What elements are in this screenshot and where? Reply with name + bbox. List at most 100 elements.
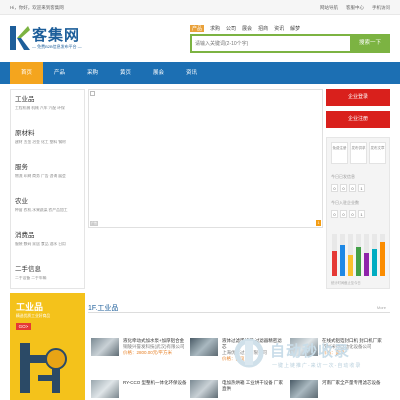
counter-digit: 0 [331, 184, 338, 192]
search-input[interactable] [195, 38, 345, 50]
category-agriculture[interactable]: 农业 种苗 农机 水果蔬菜 农产品加工 [11, 192, 84, 226]
stats-bar-fill [380, 242, 385, 276]
today-info-counter: 0 0 0 1 [331, 184, 365, 192]
carousel-page-indicator[interactable]: 1 [316, 220, 321, 226]
industrial-ad-banner[interactable]: 工业品 精选优质工业好商品 GO> [10, 293, 85, 400]
logo-name: 客集网 [32, 27, 81, 44]
stats-bar-fill [356, 246, 361, 276]
watermark-title: 自动秒收录 [270, 343, 351, 360]
search-tabs: 产品 求购 公司 展会 招商 资讯 解梦 [190, 25, 300, 32]
watermark-logo-icon [234, 338, 264, 368]
product-image[interactable] [91, 380, 119, 398]
watermark-subtitle: 一键上链推广-来访一次-自动收录 [272, 363, 362, 369]
floor-section-title[interactable]: 1F.工业品 [88, 303, 118, 313]
product-image[interactable] [290, 380, 318, 398]
category-industrial[interactable]: 工业品 工程机械 机械 汽车 汽配 环保 [11, 90, 84, 124]
search-tab-investment[interactable]: 招商 [258, 25, 268, 32]
search-box: 搜索一下 [190, 34, 390, 53]
search-tab-exhibition[interactable]: 展会 [242, 25, 252, 32]
nav-exhibition[interactable]: 展会 [142, 62, 175, 84]
category-title: 二手信息 [15, 266, 41, 273]
search-tab-news[interactable]: 资讯 [274, 25, 284, 32]
category-sub: 种苗 农机 水果蔬菜 农产品加工 [15, 208, 68, 212]
nav-products[interactable]: 产品 [43, 62, 76, 84]
category-sub: 建材 五金 冶金 化工 塑料 钢材 [15, 140, 66, 144]
nav-yellow-pages[interactable]: 黄页 [109, 62, 142, 84]
category-sidebar: 工业品 工程机械 机械 汽车 汽配 环保 原材料 建材 五金 冶金 化工 塑料 … [10, 89, 85, 289]
counter-digit: 0 [340, 210, 347, 218]
counter-digit: 0 [331, 210, 338, 218]
product-image[interactable] [190, 380, 218, 398]
stats-bar [348, 234, 353, 276]
search-tab-company[interactable]: 公司 [226, 25, 236, 32]
stats-bar-chart [331, 234, 387, 276]
stats-bar [380, 234, 385, 276]
product-card[interactable]: 河南厂家全产量专用滤芯设备 [290, 380, 386, 398]
counter-digit: 1 [358, 184, 365, 192]
search-tab-buy[interactable]: 求购 [210, 25, 220, 32]
search-tab-dream[interactable]: 解梦 [290, 25, 300, 32]
category-title: 原材料 [15, 130, 35, 137]
ad-subtitle: 精选优质工业好商品 [16, 314, 51, 318]
stats-bar-fill [348, 255, 353, 276]
mobile-access-link[interactable]: 手机访问 [372, 0, 390, 15]
publish-article-box[interactable]: 发布文章 [369, 142, 386, 164]
stats-bar [372, 234, 377, 276]
nav-news[interactable]: 资讯 [175, 62, 208, 84]
category-consumer[interactable]: 消费品 服装 数码 家居 食品 酒水 日用 [11, 226, 84, 260]
category-second-hand[interactable]: 二手信息 二手设备 二手车辆 [11, 260, 84, 288]
product-price: 价格：2800.00元/平方米 [123, 350, 173, 355]
stats-bar-fill [332, 250, 337, 276]
free-register-box[interactable]: 免费注册 [331, 142, 348, 164]
search-button[interactable]: 搜索一下 [350, 34, 390, 53]
product-card[interactable]: 液化牵动式加水泵+加厚铝合金 铜陵兴誉发科技(武汉)有限公司 价格：2800.0… [91, 338, 187, 356]
category-services[interactable]: 服务 物流 印刷 商务 广告 咨询 展会 [11, 158, 84, 192]
company-login-button[interactable]: 企业登录 [326, 89, 390, 106]
stats-bar-fill [372, 248, 377, 276]
category-sub: 物流 印刷 商务 广告 咨询 展会 [15, 174, 66, 178]
company-register-button[interactable]: 企业注册 [326, 111, 390, 128]
stats-note: 统计时间截止至今日 [331, 281, 361, 285]
publish-supply-box[interactable]: 发布供求 [350, 142, 367, 164]
today-info-label: 今日已发信息 [331, 174, 355, 179]
stats-bar-fill [364, 252, 369, 276]
site-logo[interactable]: 客集网 — 免费B2B信息发布平台 — [10, 22, 90, 56]
login-panel: 企业登录 企业注册 [326, 89, 390, 128]
broken-image-icon [90, 91, 95, 96]
product-image[interactable] [190, 338, 218, 356]
logo-slogan: — 免费B2B信息发布平台 — [32, 44, 82, 49]
top-bar: Hi，你好，欢迎来到客集网 网站导航 客服中心 手机访问 [0, 0, 400, 15]
counter-digit: 1 [358, 210, 365, 218]
k-logo-icon [10, 26, 30, 50]
site-nav-link[interactable]: 网站导航 [320, 0, 338, 15]
ad-go-button[interactable]: GO> [16, 323, 31, 330]
stats-bar [340, 234, 345, 276]
product-name[interactable]: 电加热烘箱 工业烘干设备 厂家直供 [222, 380, 286, 392]
category-title: 服务 [15, 164, 28, 171]
ad-label: 广告 [90, 221, 98, 226]
stats-panel: 免费注册 发布供求 发布文章 今日已发信息 0 0 0 1 今日入驻企业数 0 … [326, 137, 390, 289]
stats-bar-fill [340, 244, 345, 276]
pipe-valve-icon [20, 343, 67, 393]
product-card[interactable]: 电加热烘箱 工业烘干设备 厂家直供 [190, 380, 286, 398]
nav-home[interactable]: 首页 [10, 62, 43, 84]
product-card[interactable]: RY-CCO 型整机一体化环保设备 [91, 380, 187, 398]
category-title: 农业 [15, 198, 28, 205]
service-center-link[interactable]: 客服中心 [346, 0, 364, 15]
more-link[interactable]: More [377, 305, 386, 310]
welcome-text: Hi，你好，欢迎来到客集网 [10, 5, 64, 10]
category-raw-materials[interactable]: 原材料 建材 五金 冶金 化工 塑料 钢材 [11, 124, 84, 158]
product-image[interactable] [91, 338, 119, 356]
category-sub: 服装 数码 家居 食品 酒水 日用 [15, 242, 66, 246]
product-name[interactable]: 河南厂家全产量专用滤芯设备 [322, 380, 386, 386]
today-company-label: 今日入驻企业数 [331, 200, 359, 205]
ad-title: 工业品 [16, 302, 44, 312]
category-title: 工业品 [15, 96, 35, 103]
nav-purchase[interactable]: 采购 [76, 62, 109, 84]
watermark: 自动秒收录 一键上链推广-来访一次-自动收录 [232, 338, 392, 376]
search-tab-products[interactable]: 产品 [190, 25, 205, 32]
banner-carousel[interactable]: 广告 1 [88, 89, 323, 228]
today-company-counter: 0 0 0 1 [331, 210, 365, 218]
product-name[interactable]: RY-CCO 型整机一体化环保设备 [123, 380, 187, 386]
counter-digit: 0 [340, 184, 347, 192]
